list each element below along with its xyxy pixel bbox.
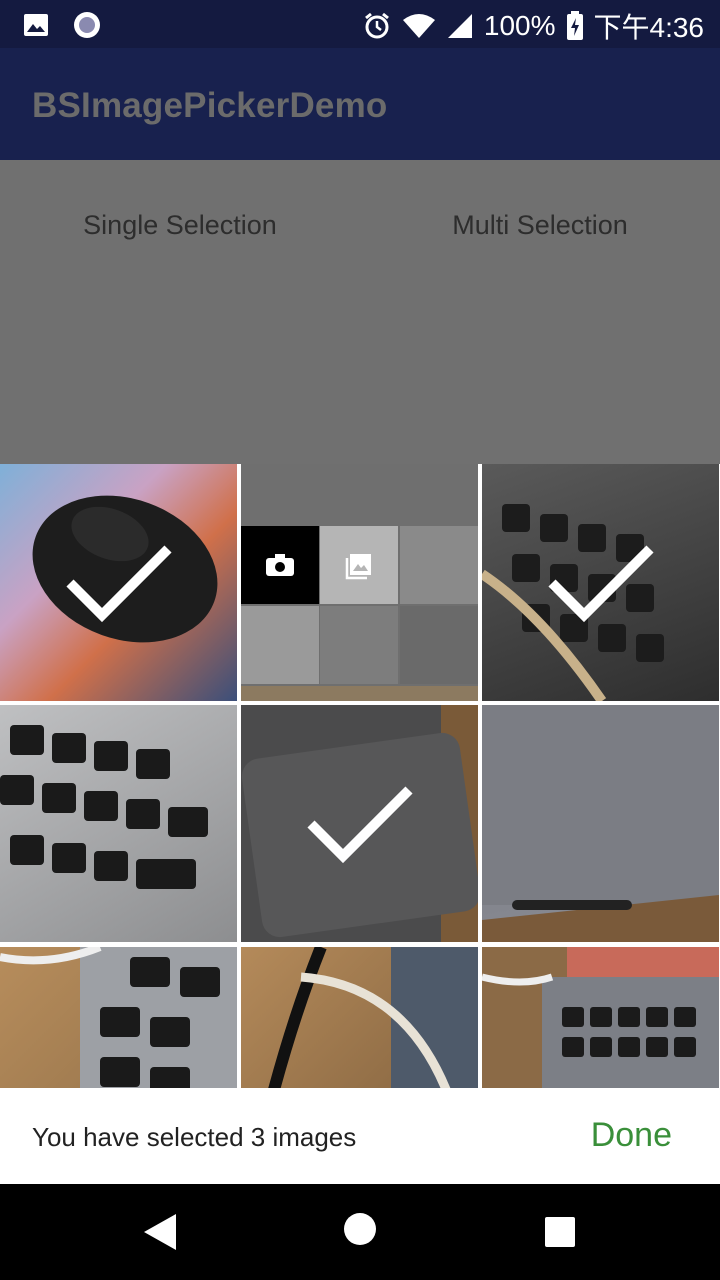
selected-check-icon <box>65 544 172 622</box>
battery-charging-icon <box>566 11 583 40</box>
album-tile[interactable] <box>241 464 478 701</box>
main-content: Single Selection Multi Selection <box>0 160 720 464</box>
album-thumb <box>320 606 398 684</box>
laptop-photo <box>482 947 719 1088</box>
photo-tile[interactable] <box>241 705 478 942</box>
selected-check-icon <box>547 544 654 622</box>
photo-tile[interactable] <box>0 705 237 942</box>
album-thumb <box>400 526 478 604</box>
camera-icon <box>266 554 294 576</box>
home-icon[interactable] <box>343 1212 377 1246</box>
record-notification-icon <box>74 12 100 38</box>
status-time: 下午4:36 <box>593 12 705 43</box>
done-button[interactable]: Done <box>591 1116 672 1155</box>
trackpad-photo <box>482 705 719 942</box>
status-bar: 100% 下午4:36 <box>0 0 720 48</box>
photo-tile[interactable] <box>0 464 237 701</box>
photo-tile[interactable] <box>482 464 719 701</box>
signal-icon <box>447 14 472 38</box>
photo-tile[interactable] <box>0 947 237 1088</box>
album-thumb <box>241 686 478 701</box>
cable-photo <box>268 947 478 1088</box>
selection-bar: You have selected 3 images Done <box>0 1088 720 1184</box>
image-grid <box>0 464 720 1088</box>
gallery-button[interactable] <box>320 526 398 604</box>
album-thumb <box>241 606 319 684</box>
alarm-icon <box>364 12 389 39</box>
image-notification-icon <box>24 14 48 36</box>
gallery-icon <box>345 554 371 580</box>
battery-percentage: 100% <box>483 10 556 41</box>
selected-check-icon <box>306 785 413 863</box>
back-icon[interactable] <box>140 1212 180 1252</box>
app-bar: BSImagePickerDemo <box>0 48 720 160</box>
wifi-icon <box>402 14 435 38</box>
keyboard-photo <box>0 947 237 1088</box>
photo-tile[interactable] <box>241 947 478 1088</box>
album-thumb <box>400 606 478 684</box>
photo-tile[interactable] <box>482 705 719 942</box>
keyboard-photo <box>0 725 208 889</box>
navigation-bar <box>0 1184 720 1280</box>
multi-selection-button[interactable]: Multi Selection <box>360 210 720 241</box>
camera-button[interactable] <box>241 526 319 604</box>
selected-count-text: You have selected 3 images <box>32 1122 357 1152</box>
app-title: BSImagePickerDemo <box>32 86 388 125</box>
recents-icon[interactable] <box>544 1216 576 1248</box>
photo-tile[interactable] <box>482 947 719 1088</box>
single-selection-button[interactable]: Single Selection <box>0 210 360 241</box>
